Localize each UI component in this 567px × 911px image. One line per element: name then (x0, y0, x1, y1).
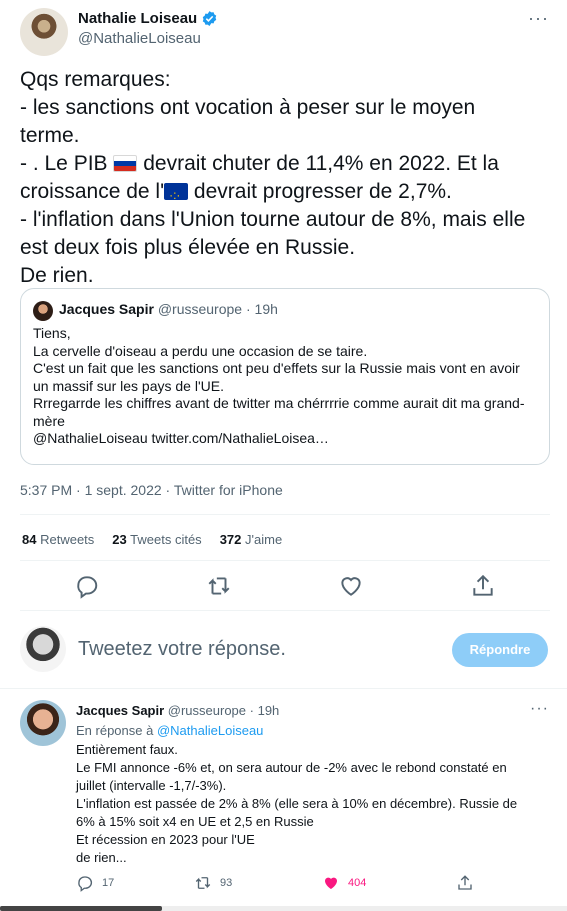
retweets-stat[interactable]: 84 Retweets (22, 532, 94, 547)
more-options-icon[interactable]: ··· (530, 700, 549, 718)
retweets-label: Retweets (40, 532, 95, 547)
reply-text: Entièrement faux. Le FMI annonce -6% et,… (76, 741, 546, 867)
tweet-line-flag-eu: croissance de l' devrait progresser de 2… (20, 178, 550, 206)
divider (0, 688, 567, 689)
divider (20, 560, 550, 561)
quoted-line: un massif sur les pays de l'UE. (33, 377, 224, 394)
reply-tweet[interactable]: Jacques Sapir @russeurope · 19h ··· En r… (0, 690, 567, 911)
reply-line: de rien... (76, 850, 127, 865)
reply-icon[interactable] (74, 573, 100, 599)
scrollbar-thumb[interactable] (0, 906, 162, 911)
horizontal-scrollbar[interactable] (0, 906, 567, 911)
reply-actions: 17 93 404 (0, 874, 567, 896)
reply-line: juillet (intervalle -1,7/-3%). (76, 778, 227, 793)
quoted-line: mère (33, 412, 65, 429)
quoted-text: Tiens, La cervelle d'oiseau a perdu une … (33, 325, 538, 448)
quoted-line: @NathalieLoiseau twitter.com/NathalieLoi… (33, 430, 329, 446)
eu-flag-icon (164, 183, 189, 200)
reply-time[interactable]: · 19h (250, 703, 280, 718)
divider (20, 514, 550, 515)
avatar[interactable] (20, 8, 68, 56)
reply-share-action[interactable] (456, 874, 474, 892)
quoted-line: Rrregarrde les chiffres avant de twitter… (33, 395, 525, 411)
retweets-count: 84 (22, 532, 37, 547)
divider (20, 610, 550, 611)
like-count: 404 (348, 877, 367, 889)
author-name[interactable]: Nathalie Loiseau (78, 10, 197, 27)
reply-line: L'inflation est passée de 2% à 8% (elle … (76, 796, 518, 811)
reply-context: En réponse à @NathalieLoiseau (76, 723, 263, 738)
author-name-row[interactable]: Nathalie Loiseau (78, 10, 218, 27)
tweet-actions (0, 573, 567, 599)
retweet-icon[interactable] (194, 874, 212, 892)
reply-icon[interactable] (76, 874, 94, 892)
quoted-header: Jacques Sapir @russeurope · 19h (59, 301, 278, 317)
reply-composer: Tweetez votre réponse. Répondre (0, 622, 567, 678)
reply-author-handle[interactable]: @russeurope (168, 703, 246, 718)
quoted-line: Tiens, (33, 325, 71, 341)
heart-icon[interactable] (322, 874, 340, 892)
reply-input[interactable]: Tweetez votre réponse. (78, 638, 286, 661)
reply-header: Jacques Sapir @russeurope · 19h (76, 703, 279, 718)
tweet-timestamp[interactable]: 5:37 PM · 1 sept. 2022 · Twitter for iPh… (20, 482, 283, 498)
quoted-line: C'est un fait que les sanctions ont peu … (33, 360, 520, 376)
tweet-line: terme. (20, 124, 80, 147)
share-icon[interactable] (470, 573, 496, 599)
author-handle[interactable]: @NathalieLoiseau (78, 30, 201, 47)
reply-reply-action[interactable]: 17 (76, 874, 114, 892)
share-icon[interactable] (456, 874, 474, 892)
tweet-fragment: devrait progresser de 2,7%. (188, 180, 452, 203)
likes-count: 372 (219, 532, 242, 547)
reply-line: Et récession en 2023 pour l'UE (76, 832, 255, 847)
tweet-line: - les sanctions ont vocation à peser sur… (20, 96, 476, 119)
reply-count: 17 (102, 877, 115, 889)
quoted-line: La cervelle d'oiseau a perdu une occasio… (33, 342, 368, 359)
reply-line: Le FMI annonce -6% et, on sera autour de… (76, 760, 507, 775)
reply-retweet-action[interactable]: 93 (194, 874, 232, 892)
reply-line: 6% à 15% soit x4 en UE et 2,5 en Russie (76, 814, 314, 829)
reply-to-link[interactable]: @NathalieLoiseau (157, 723, 263, 738)
quoted-author-name: Jacques Sapir (59, 301, 154, 317)
quoted-avatar (33, 301, 53, 321)
tweet-line: Qqs remarques: (20, 68, 171, 91)
heart-icon[interactable] (338, 573, 364, 599)
more-options-icon[interactable]: ··· (528, 8, 549, 29)
verified-badge-icon (202, 11, 217, 26)
tweet-text: Qqs remarques: - les sanctions ont vocat… (20, 66, 550, 290)
quoted-tweet[interactable]: Jacques Sapir @russeurope · 19h Tiens, L… (20, 288, 550, 465)
quoted-time: · 19h (245, 301, 278, 317)
reply-button[interactable]: Répondre (452, 633, 548, 667)
reply-avatar[interactable] (20, 700, 66, 746)
tweet-fragment: croissance de l' (20, 180, 165, 203)
tweet-stats: 84 Retweets 23 Tweets cités 372 J'aime (22, 532, 282, 547)
reply-like-action[interactable]: 404 (322, 874, 366, 892)
reply-author-name[interactable]: Jacques Sapir (76, 703, 164, 718)
reply-line: Entièrement faux. (76, 742, 178, 757)
likes-stat[interactable]: 372 J'aime (220, 532, 283, 547)
tweet-line-flag-russia: - . Le PIB devrait chuter de 11,4% en 20… (20, 150, 550, 178)
tweet-fragment: - . Le PIB (20, 152, 108, 175)
quoted-author-handle: @russeurope (157, 301, 243, 317)
reply-prefix: En réponse à (76, 723, 154, 738)
likes-label: J'aime (245, 532, 283, 547)
quotes-stat[interactable]: 23 Tweets cités (112, 532, 201, 547)
current-user-avatar[interactable] (20, 626, 66, 672)
quotes-count: 23 (112, 532, 127, 547)
quotes-label: Tweets cités (130, 532, 202, 547)
tweet-line: De rien. (20, 264, 94, 287)
russia-flag-icon (113, 155, 138, 172)
tweet-line: est deux fois plus élevée en Russie. (20, 236, 356, 259)
retweet-icon[interactable] (206, 573, 232, 599)
tweet-line: - l'inflation dans l'Union tourne autour… (20, 208, 526, 231)
retweet-count: 93 (220, 877, 233, 889)
tweet-fragment: devrait chuter de 11,4% en 2022. Et la (137, 152, 499, 175)
